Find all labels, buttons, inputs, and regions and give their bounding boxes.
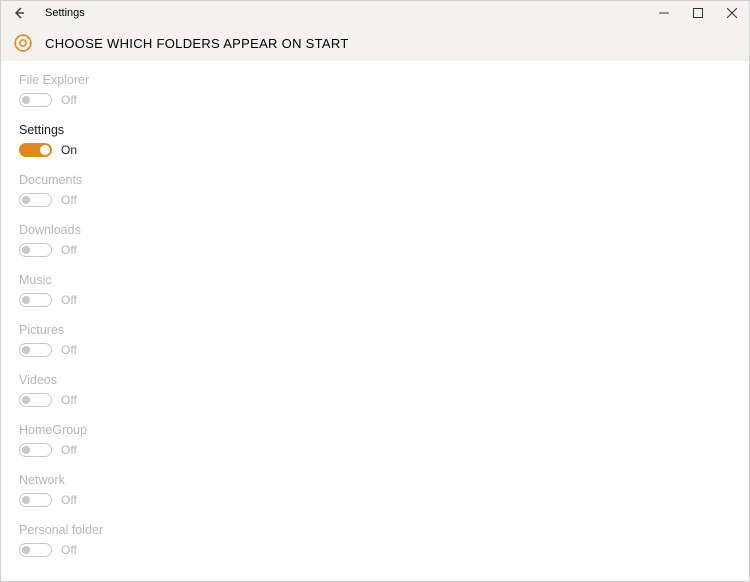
toggle-knob [22, 246, 30, 254]
folder-item-label: Pictures [19, 323, 731, 337]
folder-list: File ExplorerOffSettingsOnDocumentsOffDo… [1, 61, 749, 573]
toggle-row: Off [19, 543, 731, 557]
folder-item: Videos Off [19, 373, 731, 407]
folder-toggle[interactable] [19, 243, 52, 257]
folder-item-label: Music [19, 273, 731, 287]
folder-item: Network Off [19, 473, 731, 507]
maximize-icon [693, 8, 703, 18]
folder-item: Settings On [19, 123, 731, 157]
toggle-state-label: Off [61, 93, 77, 107]
folder-toggle[interactable] [19, 143, 52, 157]
folder-item: Pictures Off [19, 323, 731, 357]
maximize-button[interactable] [681, 1, 715, 25]
toggle-row: Off [19, 93, 731, 107]
folder-item-label: Personal folder [19, 523, 731, 537]
folder-item-label: Documents [19, 173, 731, 187]
toggle-knob [22, 446, 30, 454]
toggle-state-label: Off [61, 443, 77, 457]
toggle-knob [22, 296, 30, 304]
folder-item: Downloads Off [19, 223, 731, 257]
toggle-state-label: Off [61, 293, 77, 307]
folder-item: Documents Off [19, 173, 731, 207]
folder-toggle[interactable] [19, 193, 52, 207]
toggle-row: Off [19, 493, 731, 507]
toggle-knob [22, 496, 30, 504]
minimize-button[interactable] [647, 1, 681, 25]
folder-item: File Explorer Off [19, 73, 731, 107]
folder-item-label: Downloads [19, 223, 731, 237]
toggle-knob [22, 396, 30, 404]
toggle-row: Off [19, 243, 731, 257]
toggle-row: Off [19, 343, 731, 357]
close-button[interactable] [715, 1, 749, 25]
folder-toggle[interactable] [19, 393, 52, 407]
toggle-state-label: Off [61, 393, 77, 407]
folder-toggle[interactable] [19, 93, 52, 107]
folder-item-label: Network [19, 473, 731, 487]
toggle-knob [40, 145, 50, 155]
settings-gear-icon [7, 27, 39, 59]
folder-item: Personal folder Off [19, 523, 731, 557]
folder-toggle[interactable] [19, 443, 52, 457]
toggle-state-label: Off [61, 193, 77, 207]
folder-toggle[interactable] [19, 493, 52, 507]
toggle-knob [22, 546, 30, 554]
toggle-state-label: Off [61, 243, 77, 257]
folder-toggle[interactable] [19, 343, 52, 357]
page-header: CHOOSE WHICH FOLDERS APPEAR ON START [1, 25, 749, 61]
toggle-row: Off [19, 393, 731, 407]
minimize-icon [659, 8, 669, 18]
close-icon [727, 8, 737, 18]
folder-item-label: Videos [19, 373, 731, 387]
toggle-row: Off [19, 443, 731, 457]
folder-item-label: File Explorer [19, 73, 731, 87]
toggle-row: Off [19, 193, 731, 207]
toggle-state-label: Off [61, 543, 77, 557]
toggle-knob [22, 196, 30, 204]
back-button[interactable] [1, 1, 37, 25]
toggle-knob [22, 96, 30, 104]
toggle-state-label: On [61, 143, 77, 157]
folder-item: Music Off [19, 273, 731, 307]
toggle-state-label: Off [61, 493, 77, 507]
folder-toggle[interactable] [19, 293, 52, 307]
toggle-row: Off [19, 293, 731, 307]
back-arrow-icon [12, 6, 26, 20]
folder-toggle[interactable] [19, 543, 52, 557]
folder-item-label: HomeGroup [19, 423, 731, 437]
toggle-row: On [19, 143, 731, 157]
folder-item: HomeGroup Off [19, 423, 731, 457]
toggle-state-label: Off [61, 343, 77, 357]
folder-item-label: Settings [19, 123, 731, 137]
page-title: CHOOSE WHICH FOLDERS APPEAR ON START [45, 36, 349, 51]
window-title: Settings [45, 7, 647, 19]
titlebar: Settings [1, 1, 749, 25]
toggle-knob [22, 346, 30, 354]
